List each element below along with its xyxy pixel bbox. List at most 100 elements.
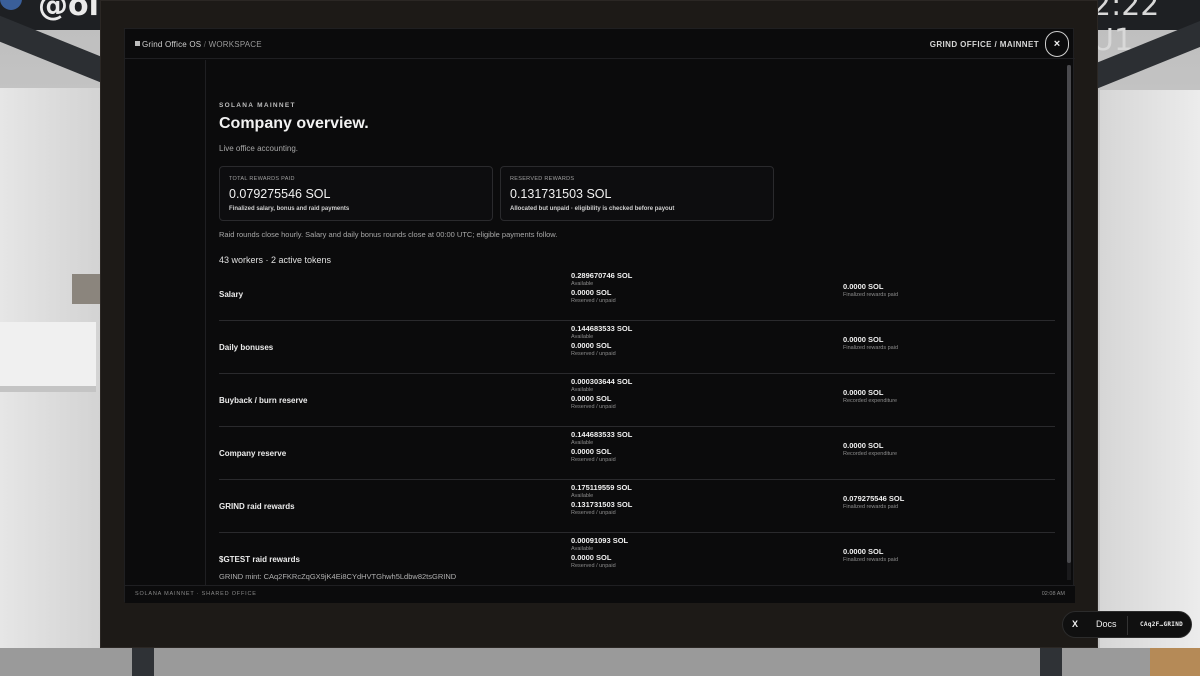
ledger-balances: 0.144683533 SOL Available 0.0000 SOL Res… [571,430,632,464]
reserved-caption: Reserved / unpaid [571,351,616,357]
paid-caption: Recorded expenditure [843,398,898,404]
page-title: Company overview. [219,115,369,132]
floor [0,648,1200,676]
ledger-table: Salary 0.289670746 SOL Available 0.0000 … [219,268,1055,585]
ledger-row-name: $GTEST raid rewards [219,555,300,564]
ledger-row: GRIND raid rewards 0.175119559 SOL Avail… [219,480,1055,533]
status-bar: SOLANA MAINNET · SHARED OFFICE 02:08 AM [125,585,1075,603]
paid-amount: 0.0000 SOL [843,282,884,291]
reserved-amount: 0.0000 SOL [571,288,612,297]
background-box [72,274,102,304]
scroll-thumb[interactable] [1067,65,1071,563]
reserved-amount: 0.0000 SOL [571,341,612,350]
paid-amount: 0.079275546 SOL [843,494,905,503]
ledger-row: Buyback / burn reserve 0.000303644 SOL A… [219,374,1055,427]
ledger-balances: 0.144683533 SOL Available 0.0000 SOL Res… [571,324,632,358]
x-link-icon[interactable]: X [1072,619,1078,629]
paid-caption: Finalized rewards paid [843,292,899,298]
available-amount: 0.000303644 SOL [571,377,633,386]
available-caption: Available [571,334,594,340]
window-breadcrumb: Grind Office OS / WORKSPACE [135,40,262,49]
ledger-paid: 0.0000 SOL Finalized rewards paid [843,547,898,564]
stat-label: TOTAL REWARDS PAID [229,176,295,182]
reserved-caption: Reserved / unpaid [571,563,616,569]
ledger-paid: 0.0000 SOL Recorded expenditure [843,441,897,458]
network-eyebrow: SOLANA MAINNET [219,102,296,109]
stat-value: 0.131731503 SOL [510,187,612,201]
ledger-row: Daily bonuses 0.144683533 SOL Available … [219,321,1055,374]
reserved-caption: Reserved / unpaid [571,298,616,304]
ledger-paid: 0.0000 SOL Recorded expenditure [843,388,897,405]
page-subtitle: Live office accounting. [219,144,299,153]
paid-caption: Finalized rewards paid [843,504,899,510]
stat-card-reserved-rewards: RESERVED REWARDS 0.131731503 SOL Allocat… [500,166,774,221]
stat-note: Allocated but unpaid · eligibility is ch… [510,206,675,212]
ledger-balances: 0.175119559 SOL Available 0.131731503 SO… [571,483,632,517]
app-name: Grind Office OS [142,40,202,49]
ledger-row-name: Salary [219,290,244,299]
sidebar [125,60,206,585]
stat-note: Finalized salary, bonus and raid payment… [229,206,350,212]
ledger-balances: 0.289670746 SOL Available 0.0000 SOL Res… [571,271,632,305]
desk-leg [1040,648,1062,676]
ledger-row: Salary 0.289670746 SOL Available 0.0000 … [219,268,1055,321]
background-shelf [0,322,96,392]
ledger-row: Company reserve 0.144683533 SOL Availabl… [219,427,1055,480]
scrollbar[interactable] [1067,65,1071,580]
ledger-row-name: Buyback / burn reserve [219,396,308,405]
reserved-caption: Reserved / unpaid [571,404,616,410]
main-content: SOLANA MAINNET Company overview. Live of… [207,60,1069,585]
paid-amount: 0.0000 SOL [843,441,884,450]
sign-badge-icon [0,0,22,10]
available-amount: 0.00091093 SOL [571,536,629,545]
background-crate [1150,648,1200,676]
desk-leg [132,648,154,676]
reserved-amount: 0.0000 SOL [571,394,612,403]
stat-value: 0.079275546 SOL [229,187,331,201]
available-amount: 0.289670746 SOL [571,271,633,280]
available-caption: Available [571,546,594,552]
ledger-balances: 0.00091093 SOL Available 0.0000 SOL Rese… [571,536,628,570]
ledger-row-name: GRIND raid rewards [219,502,295,511]
status-network: SOLANA MAINNET · SHARED OFFICE [135,591,257,597]
title-bar: Grind Office OS / WORKSPACE GRIND OFFICE… [125,29,1075,59]
mint-address: GRIND mint: CAq2FKRcZqGX9jK4Ei8CYdHVTGhw… [219,572,457,581]
available-caption: Available [571,493,594,499]
available-caption: Available [571,281,594,287]
docs-link[interactable]: Docs [1096,619,1117,629]
close-icon: × [1053,38,1061,50]
ledger-balances: 0.000303644 SOL Available 0.0000 SOL Res… [571,377,632,411]
available-amount: 0.175119559 SOL [571,483,632,492]
reserved-caption: Reserved / unpaid [571,510,616,516]
paid-caption: Finalized rewards paid [843,557,899,563]
token-address-button[interactable]: CAq2F…GRIND [1140,621,1183,628]
reserved-amount: 0.0000 SOL [571,553,612,562]
worker-token-count: 43 workers · 2 active tokens [219,255,332,265]
ledger-row-name: Daily bonuses [219,343,274,352]
ledger-row-name: Company reserve [219,449,287,458]
stat-card-total-rewards: TOTAL REWARDS PAID 0.079275546 SOL Final… [219,166,493,221]
window-context: GRIND OFFICE / MAINNET [929,40,1039,49]
status-clock: 02:08 AM [1041,591,1065,597]
breadcrumb-section[interactable]: WORKSPACE [209,40,262,49]
available-caption: Available [571,440,594,446]
app-logo-icon [135,41,140,46]
paid-caption: Recorded expenditure [843,451,898,457]
reserved-caption: Reserved / unpaid [571,457,616,463]
pill-divider [1127,616,1128,635]
available-caption: Available [571,387,594,393]
reserved-amount: 0.131731503 SOL [571,500,633,509]
stat-label: RESERVED REWARDS [510,176,575,182]
reserved-amount: 0.0000 SOL [571,447,612,456]
links-pill: X Docs CAq2F…GRIND [1062,611,1192,638]
paid-amount: 0.0000 SOL [843,335,884,344]
os-window: Grind Office OS / WORKSPACE GRIND OFFICE… [124,28,1075,603]
wall-right [1100,90,1200,650]
ledger-paid: 0.079275546 SOL Finalized rewards paid [843,494,904,511]
close-button[interactable]: × [1045,31,1069,57]
ledger-paid: 0.0000 SOL Finalized rewards paid [843,282,898,299]
paid-caption: Finalized rewards paid [843,345,899,351]
ledger-paid: 0.0000 SOL Finalized rewards paid [843,335,898,352]
paid-amount: 0.0000 SOL [843,388,884,397]
available-amount: 0.144683533 SOL [571,430,633,439]
